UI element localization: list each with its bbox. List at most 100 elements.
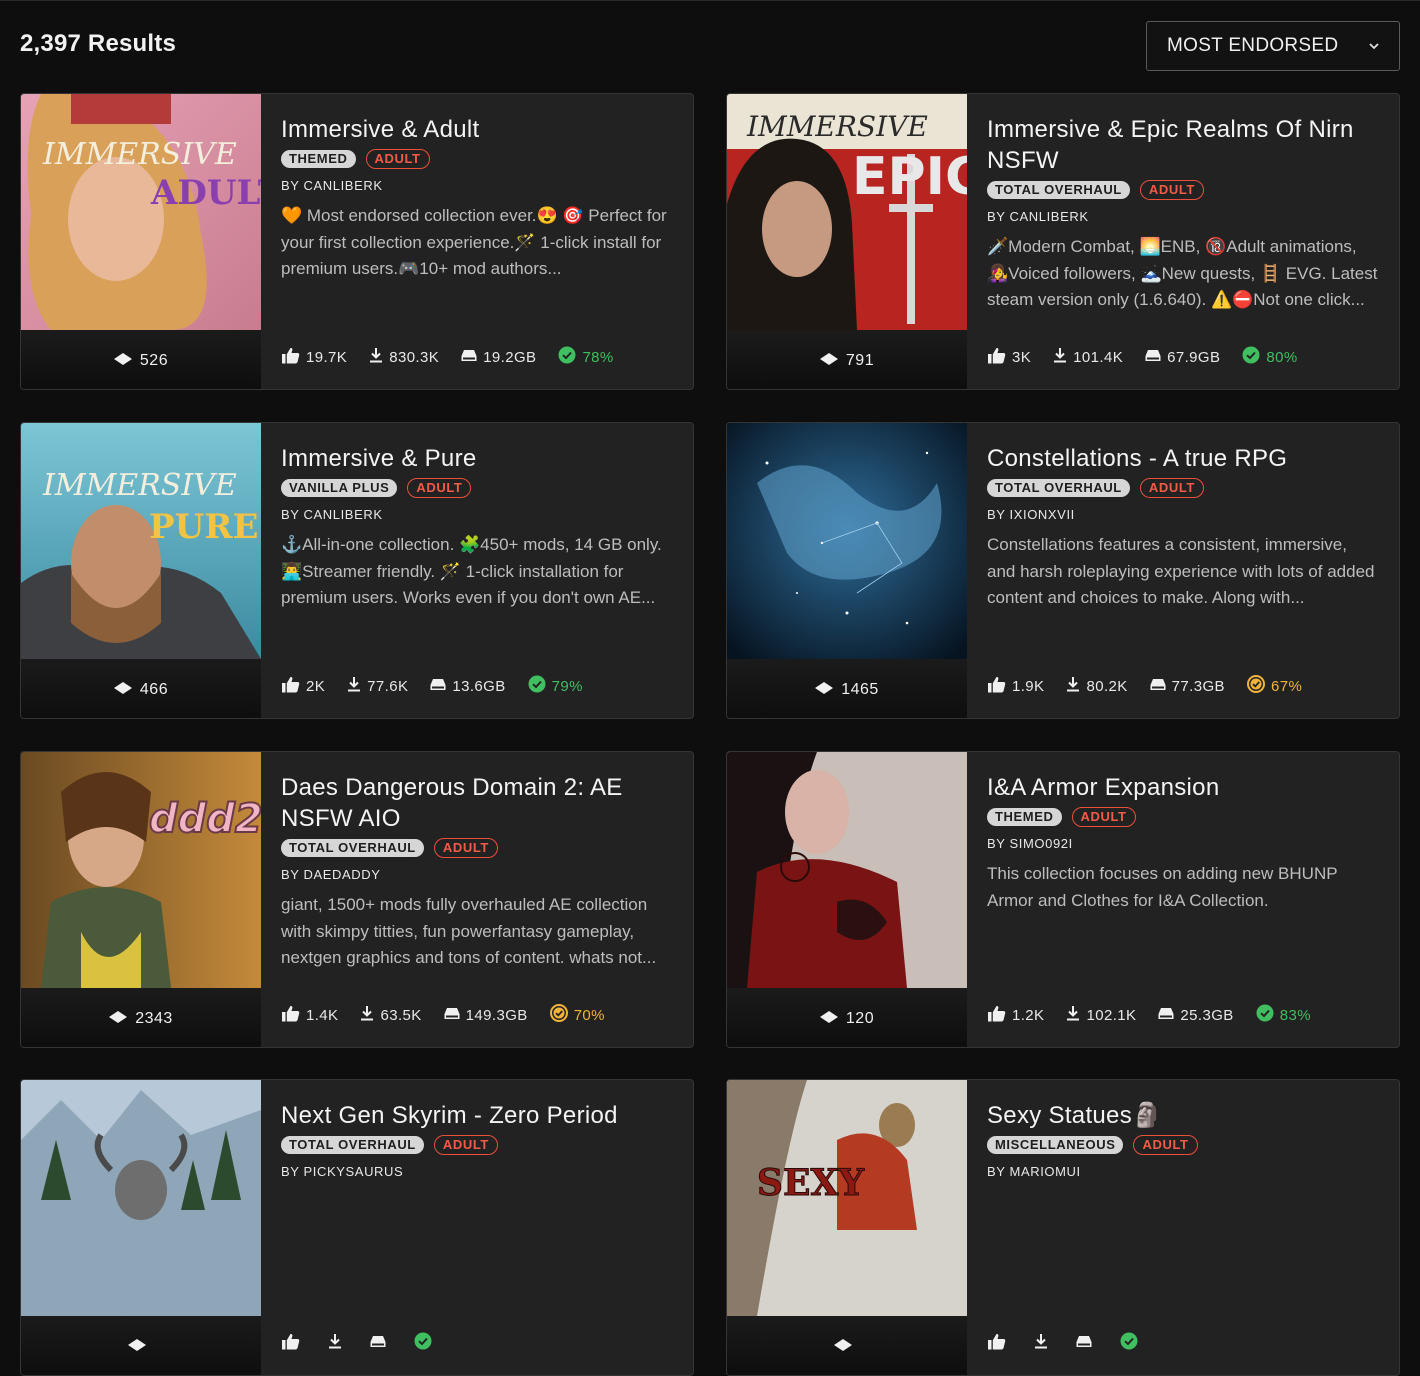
author-link[interactable]: BY CANLIBERK	[281, 178, 673, 193]
thumbs-up-icon	[281, 1333, 300, 1354]
thumb-logo-text: IMMERSIVE	[42, 137, 237, 172]
collection-description	[281, 1189, 673, 1269]
author-link[interactable]: BY CANLIBERK	[281, 507, 673, 522]
size-value: 77.3GB	[1171, 677, 1225, 695]
likes-count: 1.4K	[306, 1006, 339, 1024]
tag-row: TOTAL OVERHAUL ADULT	[281, 1135, 673, 1155]
thumbnail-art	[727, 423, 967, 659]
endorsement-bar: 120	[727, 988, 967, 1047]
diamond-icon	[128, 1338, 146, 1356]
svg-text:ddd2: ddd2	[149, 796, 261, 842]
success-rating: 78%	[582, 348, 614, 366]
collection-title[interactable]: Immersive & Pure	[281, 443, 673, 474]
downloads-stat: 830.3K	[369, 347, 439, 367]
hard-drive-icon	[444, 1007, 460, 1024]
endorsement-bar: 466	[21, 659, 261, 718]
collection-info: Next Gen Skyrim - Zero Period TOTAL OVER…	[281, 1080, 673, 1269]
adult-tag: ADULT	[365, 149, 430, 169]
thumbs-up-icon	[281, 1005, 300, 1026]
author-link[interactable]: BY CANLIBERK	[987, 209, 1379, 224]
adult-tag: ADULT	[1139, 478, 1204, 498]
size-stat: 67.9GB	[1145, 349, 1220, 366]
check-circle-warning-icon	[549, 1004, 568, 1026]
endorsement-count: 2343	[135, 1009, 173, 1027]
collection-title[interactable]: Sexy Statues🗿	[987, 1100, 1379, 1131]
author-link[interactable]: BY PICKYSAURUS	[281, 1164, 673, 1179]
sort-dropdown[interactable]: MOST ENDORSED	[1146, 21, 1400, 71]
collection-card[interactable]: ddd2 2343 Daes Dangerous Domain 2: AE NS…	[20, 751, 694, 1048]
diamond-icon	[109, 1010, 128, 1028]
collection-thumbnail[interactable]: SEXY	[727, 1080, 967, 1375]
collection-info: Immersive & Adult THEMED ADULT BY CANLIB…	[281, 94, 673, 283]
endorsement-bar: 1465	[727, 659, 967, 718]
success-rating: 79%	[551, 677, 583, 695]
category-tag[interactable]: TOTAL OVERHAUL	[987, 181, 1130, 199]
downloads-count: 80.2K	[1086, 677, 1128, 695]
collection-title[interactable]: Next Gen Skyrim - Zero Period	[281, 1100, 673, 1131]
collection-title[interactable]: Immersive & Epic Realms Of Nirn NSFW	[987, 114, 1379, 176]
collection-card[interactable]: 1465 Constellations - A true RPG TOTAL O…	[726, 422, 1400, 719]
top-divider	[0, 0, 1420, 1]
collection-card[interactable]: 120 I&A Armor Expansion THEMED ADULT BY …	[726, 751, 1400, 1048]
endorsement-bar	[727, 1316, 967, 1375]
collection-info: Immersive & Pure VANILLA PLUS ADULT BY C…	[281, 423, 673, 612]
collection-card[interactable]: IMMERSIVE EPIC 791 Immersive & Epic Real…	[726, 93, 1400, 390]
size-value: 149.3GB	[465, 1006, 528, 1024]
thumbnail-art: IMMERSIVE EPIC	[727, 94, 967, 330]
collection-title[interactable]: Constellations - A true RPG	[987, 443, 1379, 474]
author-link[interactable]: BY IXIONXVII	[987, 507, 1379, 522]
success-rating: 67%	[1270, 677, 1303, 695]
collection-thumbnail[interactable]: 120	[727, 752, 967, 1047]
collection-description: 🧡 Most endorsed collection ever.😍 🎯 Perf…	[281, 206, 667, 278]
thumbs-up-icon	[987, 347, 1006, 368]
adult-tag: ADULT	[433, 1135, 498, 1155]
collection-title[interactable]: I&A Armor Expansion	[987, 772, 1379, 803]
stats-row	[987, 1332, 1144, 1354]
download-icon	[360, 1005, 374, 1025]
collection-info: I&A Armor Expansion THEMED ADULT BY SIMO…	[987, 752, 1379, 941]
downloads-count: 101.4K	[1073, 348, 1124, 366]
download-icon	[369, 347, 383, 367]
likes-stat: 1.2K	[987, 1005, 1044, 1026]
success-stat: 78%	[558, 346, 613, 368]
category-tag[interactable]: MISCELLANEOUS	[987, 1136, 1124, 1154]
collection-thumbnail[interactable]: IMMERSIVE EPIC 791	[727, 94, 967, 389]
category-tag[interactable]: TOTAL OVERHAUL	[987, 479, 1130, 497]
category-tag[interactable]: TOTAL OVERHAUL	[281, 839, 424, 857]
likes-count: 3K	[1012, 348, 1032, 366]
category-tag[interactable]: VANILLA PLUS	[281, 479, 398, 497]
collection-thumbnail[interactable]: 1465	[727, 423, 967, 718]
collection-thumbnail[interactable]: ddd2 2343	[21, 752, 261, 1047]
author-link[interactable]: BY SIMO092I	[987, 836, 1379, 851]
collection-title[interactable]: Daes Dangerous Domain 2: AE NSFW AIO	[281, 772, 673, 834]
author-link[interactable]: BY DAEDADDY	[281, 867, 673, 882]
diamond-icon	[113, 681, 132, 699]
stats-row: 2K 77.6K 13.6GB 79%	[281, 675, 583, 697]
collection-thumbnail[interactable]: IMMERSIVE ADULT 526	[21, 94, 261, 389]
likes-count: 1.2K	[1012, 1006, 1045, 1024]
collection-thumbnail[interactable]	[21, 1080, 261, 1375]
collection-card[interactable]: SEXY Sexy Statues🗿 MISCELLANEOUS ADULT B…	[726, 1079, 1400, 1376]
check-circle-icon	[1256, 1004, 1274, 1026]
size-value: 67.9GB	[1167, 348, 1221, 366]
author-link[interactable]: BY MARIOMUI	[987, 1164, 1379, 1179]
sort-selected-value: MOST ENDORSED	[1167, 35, 1339, 56]
category-tag[interactable]: THEMED	[987, 808, 1062, 826]
downloads-stat: 63.5K	[360, 1005, 421, 1025]
thumbs-up-icon	[281, 676, 300, 697]
collection-thumbnail[interactable]: IMMERSIVE PURE 466	[21, 423, 261, 718]
downloads-stat: 102.1K	[1066, 1005, 1136, 1025]
stats-row: 1.9K 80.2K 77.3GB 67%	[987, 675, 1302, 697]
collection-card[interactable]: IMMERSIVE PURE 466 Immersive & Pure VANI…	[20, 422, 694, 719]
category-tag[interactable]: TOTAL OVERHAUL	[281, 1136, 424, 1154]
collection-title[interactable]: Immersive & Adult	[281, 114, 673, 145]
collection-card[interactable]: IMMERSIVE ADULT 526 Immersive & Adult TH…	[20, 93, 694, 390]
check-circle-icon	[1120, 1332, 1138, 1354]
collection-card[interactable]: Next Gen Skyrim - Zero Period TOTAL OVER…	[20, 1079, 694, 1376]
diamond-icon	[819, 1010, 838, 1028]
hard-drive-icon	[370, 1335, 386, 1352]
category-tag[interactable]: THEMED	[281, 150, 356, 168]
tag-row: TOTAL OVERHAUL ADULT	[987, 478, 1379, 498]
thumbnail-art: IMMERSIVE ADULT	[21, 94, 261, 330]
size-stat	[1076, 1335, 1098, 1352]
